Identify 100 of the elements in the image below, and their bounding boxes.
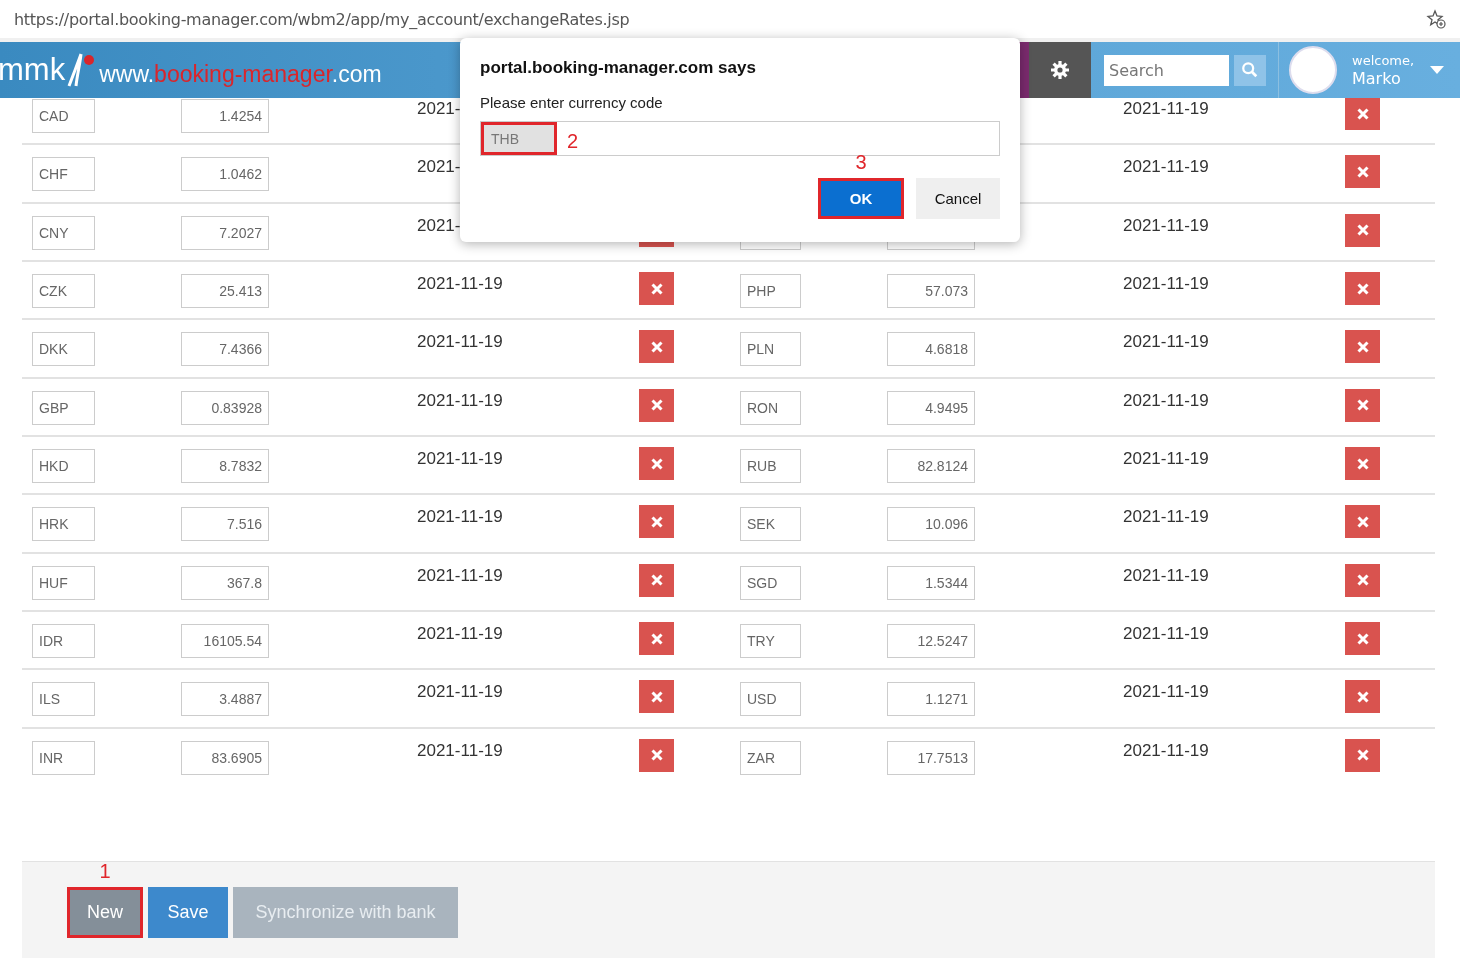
currency-code-field[interactable]: CAD <box>32 99 95 133</box>
close-icon <box>650 632 663 645</box>
currency-code-field[interactable]: ZAR <box>740 740 801 775</box>
currency-code-field[interactable]: HUF <box>32 565 95 600</box>
annotation-number: 2 <box>567 130 579 153</box>
caret-icon[interactable] <box>1430 66 1444 74</box>
settings-button[interactable] <box>1029 42 1091 98</box>
user-avatar[interactable] <box>1289 46 1337 94</box>
exchange-rate-field[interactable]: 7.4366 <box>181 332 269 367</box>
delete-button[interactable] <box>1345 388 1380 422</box>
delete-button[interactable] <box>639 447 674 481</box>
delete-button[interactable] <box>1345 563 1380 597</box>
currency-code-field[interactable]: TRY <box>740 624 801 659</box>
delete-button[interactable] <box>1345 505 1380 539</box>
close-icon <box>650 749 663 762</box>
search-button[interactable] <box>1234 54 1266 86</box>
currency-code-field[interactable]: CZK <box>32 274 95 309</box>
delete-button[interactable] <box>1345 155 1380 189</box>
exchange-rate-field[interactable]: 10.096 <box>887 507 975 542</box>
delete-button[interactable] <box>639 330 674 364</box>
close-icon <box>1356 515 1369 528</box>
delete-button[interactable] <box>1345 447 1380 481</box>
delete-button[interactable] <box>639 680 674 714</box>
input-field[interactable]: THB 2 <box>480 121 1000 156</box>
search-icon <box>1241 61 1259 79</box>
dialog-message: Please enter currency code <box>480 94 664 111</box>
exchange-rate-field[interactable]: 4.9495 <box>887 390 975 425</box>
exchange-rate-field[interactable]: 7.516 <box>181 507 269 542</box>
currency-code-field[interactable]: RUB <box>740 449 801 484</box>
exchange-rate-field[interactable]: 25.413 <box>181 274 269 309</box>
currency-code-field[interactable]: DKK <box>32 332 95 367</box>
greeting-text: welcome, <box>1352 52 1416 70</box>
delete-button[interactable] <box>639 622 674 656</box>
delete-button[interactable] <box>639 388 674 422</box>
search-field[interactable]: Search <box>1104 54 1229 86</box>
exchange-rate-field[interactable]: 57.073 <box>887 274 975 309</box>
star-add-icon[interactable] <box>1426 9 1446 29</box>
close-icon <box>650 282 663 295</box>
dialog-title: portal.booking-manager.com says <box>480 58 757 78</box>
close-icon <box>1356 282 1369 295</box>
exchange-rate-field[interactable]: 7.2027 <box>181 215 269 250</box>
exchange-rate-field[interactable]: 82.8124 <box>887 449 975 484</box>
currency-code-field[interactable]: USD <box>740 682 801 717</box>
rate-date: 2021-11-19 <box>417 507 503 528</box>
address-bar-url[interactable]: https://portal.booking-manager.com/wbm2/app/my_account/exchangeRates.jsp <box>14 9 1426 29</box>
currency-code-field[interactable]: CHF <box>32 157 95 192</box>
currency-code-field[interactable]: HRK <box>32 507 95 542</box>
exchange-rate-field[interactable]: 4.6818 <box>887 332 975 367</box>
exchange-rate-field[interactable]: 3.4887 <box>181 682 269 717</box>
rate-date: 2021-11-19 <box>417 682 503 703</box>
new-button[interactable]: New <box>67 887 143 938</box>
exchange-rate-field[interactable]: 1.5344 <box>887 565 975 600</box>
exchange-rate-field[interactable]: 8.7832 <box>181 449 269 484</box>
ok-button[interactable]: OK <box>818 178 904 219</box>
delete-button[interactable] <box>1345 272 1380 306</box>
close-icon <box>650 457 663 470</box>
currency-code-field[interactable]: IDR <box>32 624 95 659</box>
currency-code-field[interactable]: RON <box>740 390 801 425</box>
delete-button[interactable] <box>639 563 674 597</box>
exchange-rate-field[interactable]: 16105.54 <box>181 624 269 659</box>
settings-icon <box>1050 60 1070 80</box>
close-icon <box>1356 690 1369 703</box>
currency-code-field[interactable]: HKD <box>32 449 95 484</box>
rate-date: 2021-11-19 <box>1123 740 1209 761</box>
exchange-rate-field[interactable]: 1.1271 <box>887 682 975 717</box>
exchange-rate-field[interactable]: 17.7513 <box>887 740 975 775</box>
rate-date: 2021- <box>417 99 461 119</box>
currency-code-field[interactable]: INR <box>32 740 95 775</box>
rate-date: 2021-11-19 <box>1123 157 1209 178</box>
close-icon <box>1356 574 1369 587</box>
exchange-rate-field[interactable]: 1.0462 <box>181 157 269 192</box>
delete-button[interactable] <box>639 272 674 306</box>
close-icon <box>650 340 663 353</box>
exchange-rate-field[interactable]: 83.6905 <box>181 740 269 775</box>
exchange-rate-field[interactable]: 1.4254 <box>181 99 269 133</box>
save-button[interactable]: Save <box>148 887 228 938</box>
currency-code-field[interactable]: SGD <box>740 565 801 600</box>
currency-code-field[interactable]: CNY <box>32 215 95 250</box>
currency-code-field[interactable]: PHP <box>740 274 801 309</box>
currency-code-field[interactable]: PLN <box>740 332 801 367</box>
rate-date: 2021-11-19 <box>1123 215 1209 236</box>
close-icon <box>1356 224 1369 237</box>
delete-button[interactable] <box>1345 738 1380 772</box>
delete-button[interactable] <box>639 505 674 539</box>
currency-code-field[interactable]: GBP <box>32 390 95 425</box>
delete-button[interactable] <box>1345 330 1380 364</box>
delete-button[interactable] <box>1345 680 1380 714</box>
delete-button[interactable] <box>1345 213 1380 247</box>
delete-button[interactable] <box>1345 622 1380 656</box>
currency-code-field[interactable]: ILS <box>32 682 95 717</box>
delete-button[interactable] <box>1345 97 1380 130</box>
delete-button[interactable] <box>639 738 674 772</box>
exchange-rate-field[interactable]: 0.83928 <box>181 390 269 425</box>
currency-code-field[interactable]: SEK <box>740 507 801 542</box>
exchange-rate-field[interactable]: 367.8 <box>181 565 269 600</box>
exchange-rate-field[interactable]: 12.5247 <box>887 624 975 659</box>
site-address-text[interactable]: www.booking-manager.com <box>99 46 382 102</box>
rate-date: 2021-11-19 <box>417 390 503 411</box>
cancel-button[interactable]: Cancel <box>916 178 1000 219</box>
rate-date: 2021-11-19 <box>417 274 503 295</box>
